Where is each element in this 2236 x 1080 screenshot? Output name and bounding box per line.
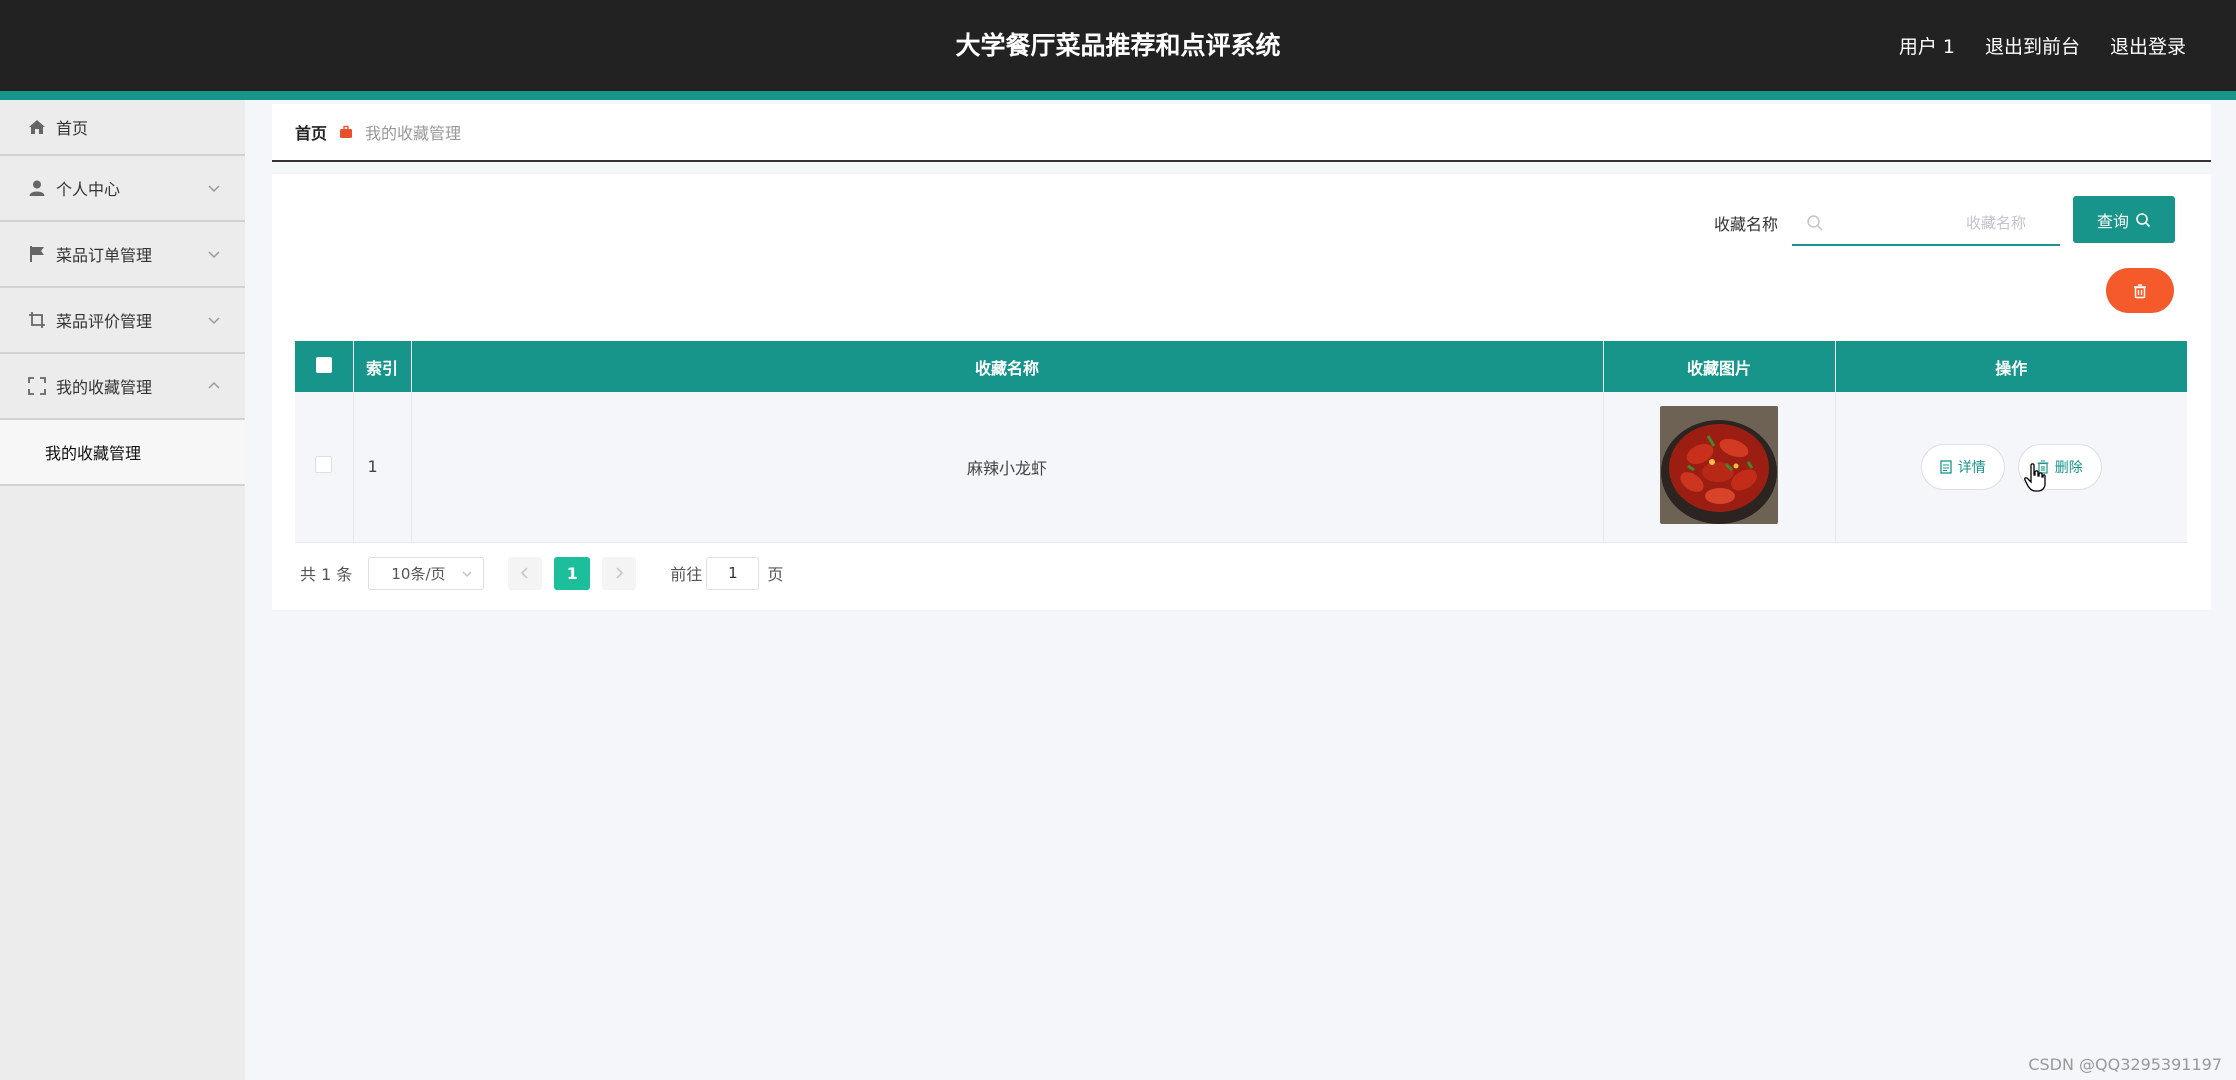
row-name: 麻辣小龙虾 — [411, 392, 1604, 543]
hand-cursor-icon — [2024, 463, 2046, 492]
top-nav: 用户 1 退出到前台 退出登录 — [1899, 0, 2186, 91]
prev-page-button[interactable] — [508, 556, 543, 590]
pagination: 共 1 条 10条/页 1 前往 页 — [300, 556, 783, 590]
flag-icon — [28, 245, 46, 263]
crawfish-photo — [1660, 405, 1778, 524]
detail-button[interactable]: 详情 — [1920, 443, 2005, 490]
breadcrumb: 首页 我的收藏管理 — [272, 104, 2211, 162]
trash-icon — [2134, 283, 2146, 298]
sidebar-item-personal-center[interactable]: 个人中心 — [0, 156, 245, 222]
detail-button-label: 详情 — [1957, 459, 1986, 476]
sidebar-item-favorites-management[interactable]: 我的收藏管理 — [0, 354, 245, 420]
document-icon — [1940, 460, 1952, 474]
column-header-actions: 操作 — [1835, 341, 2187, 392]
search-input[interactable] — [1824, 202, 2060, 243]
row-actions-cell: 详情 删除 — [1835, 392, 2187, 543]
breadcrumb-home[interactable]: 首页 — [295, 120, 327, 144]
row-select-cell — [295, 392, 354, 543]
main-panel: 收藏名称 查询 索引 收藏名称 收藏图片 操作 — [272, 174, 2211, 610]
top-bar: 大学餐厅菜品推荐和点评系统 用户 1 退出到前台 退出登录 — [0, 0, 2236, 100]
row-image-cell — [1603, 392, 1836, 543]
chevron-down-icon — [208, 251, 220, 259]
query-button[interactable]: 查询 — [2073, 196, 2175, 243]
chevron-left-icon — [521, 567, 528, 579]
sidebar-item-label: 首页 — [56, 119, 89, 138]
page-unit-label: 页 — [767, 565, 784, 584]
row-checkbox[interactable] — [315, 456, 333, 474]
logout-link[interactable]: 退出登录 — [2110, 32, 2186, 59]
page-size-value: 10条/页 — [391, 564, 446, 583]
goto-label: 前往 — [670, 565, 703, 584]
crop-icon — [28, 311, 46, 329]
chevron-down-icon — [208, 185, 220, 193]
pagination-total: 共 1 条 — [300, 565, 353, 584]
column-header-image: 收藏图片 — [1603, 341, 1836, 392]
exit-to-front-link[interactable]: 退出到前台 — [1985, 32, 2080, 59]
chevron-up-icon — [208, 381, 220, 389]
table-header-row: 索引 收藏名称 收藏图片 操作 — [295, 341, 2187, 392]
chevron-down-icon — [462, 571, 472, 577]
sidebar-item-label: 菜品评价管理 — [56, 312, 153, 331]
favorites-table: 索引 收藏名称 收藏图片 操作 1 麻辣小龙虾 详情 删除 — [295, 341, 2187, 543]
row-index: 1 — [353, 392, 412, 543]
chevron-down-icon — [208, 317, 220, 325]
briefcase-icon — [340, 125, 353, 138]
sidebar-item-label: 个人中心 — [56, 180, 121, 199]
user-icon — [28, 179, 46, 197]
user-name-link[interactable]: 用户 1 — [1899, 32, 1955, 59]
watermark: CSDN @QQ3295391197 — [2028, 1055, 2222, 1074]
fullscreen-icon — [28, 377, 46, 395]
sidebar-item-home[interactable]: 首页 — [0, 100, 245, 156]
column-header-index: 索引 — [353, 341, 412, 392]
sidebar-item-label: 菜品订单管理 — [56, 246, 153, 265]
select-all-checkbox[interactable] — [315, 356, 332, 373]
sidebar-subitem-my-favorites[interactable]: 我的收藏管理 — [0, 420, 245, 486]
chevron-right-icon — [616, 567, 624, 579]
bulk-delete-button[interactable] — [2106, 268, 2174, 313]
next-page-button[interactable] — [602, 556, 637, 590]
sidebar-item-order-management[interactable]: 菜品订单管理 — [0, 222, 245, 288]
column-header-name: 收藏名称 — [411, 341, 1604, 392]
sidebar-item-review-management[interactable]: 菜品评价管理 — [0, 288, 245, 354]
goto-page-input[interactable] — [706, 556, 760, 590]
breadcrumb-current: 我的收藏管理 — [365, 124, 462, 143]
sidebar-item-label: 我的收藏管理 — [56, 378, 153, 397]
page-number-current[interactable]: 1 — [554, 556, 591, 590]
query-button-label: 查询 — [2096, 211, 2129, 231]
search-label: 收藏名称 — [1714, 215, 1779, 234]
delete-button-label: 删除 — [2054, 459, 2083, 476]
search-icon — [1807, 214, 1823, 231]
table-row: 1 麻辣小龙虾 详情 删除 — [295, 392, 2187, 543]
sidebar-subitem-label: 我的收藏管理 — [45, 444, 142, 463]
home-icon — [28, 118, 46, 136]
search-icon — [2136, 212, 2151, 227]
search-field — [1792, 201, 2060, 246]
select-all-header — [295, 341, 354, 392]
sidebar: 首页 个人中心 菜品订单管理 菜品评价管理 我的收藏管理 我的收藏管理 — [0, 100, 245, 1080]
page-size-select[interactable]: 10条/页 — [368, 556, 485, 590]
